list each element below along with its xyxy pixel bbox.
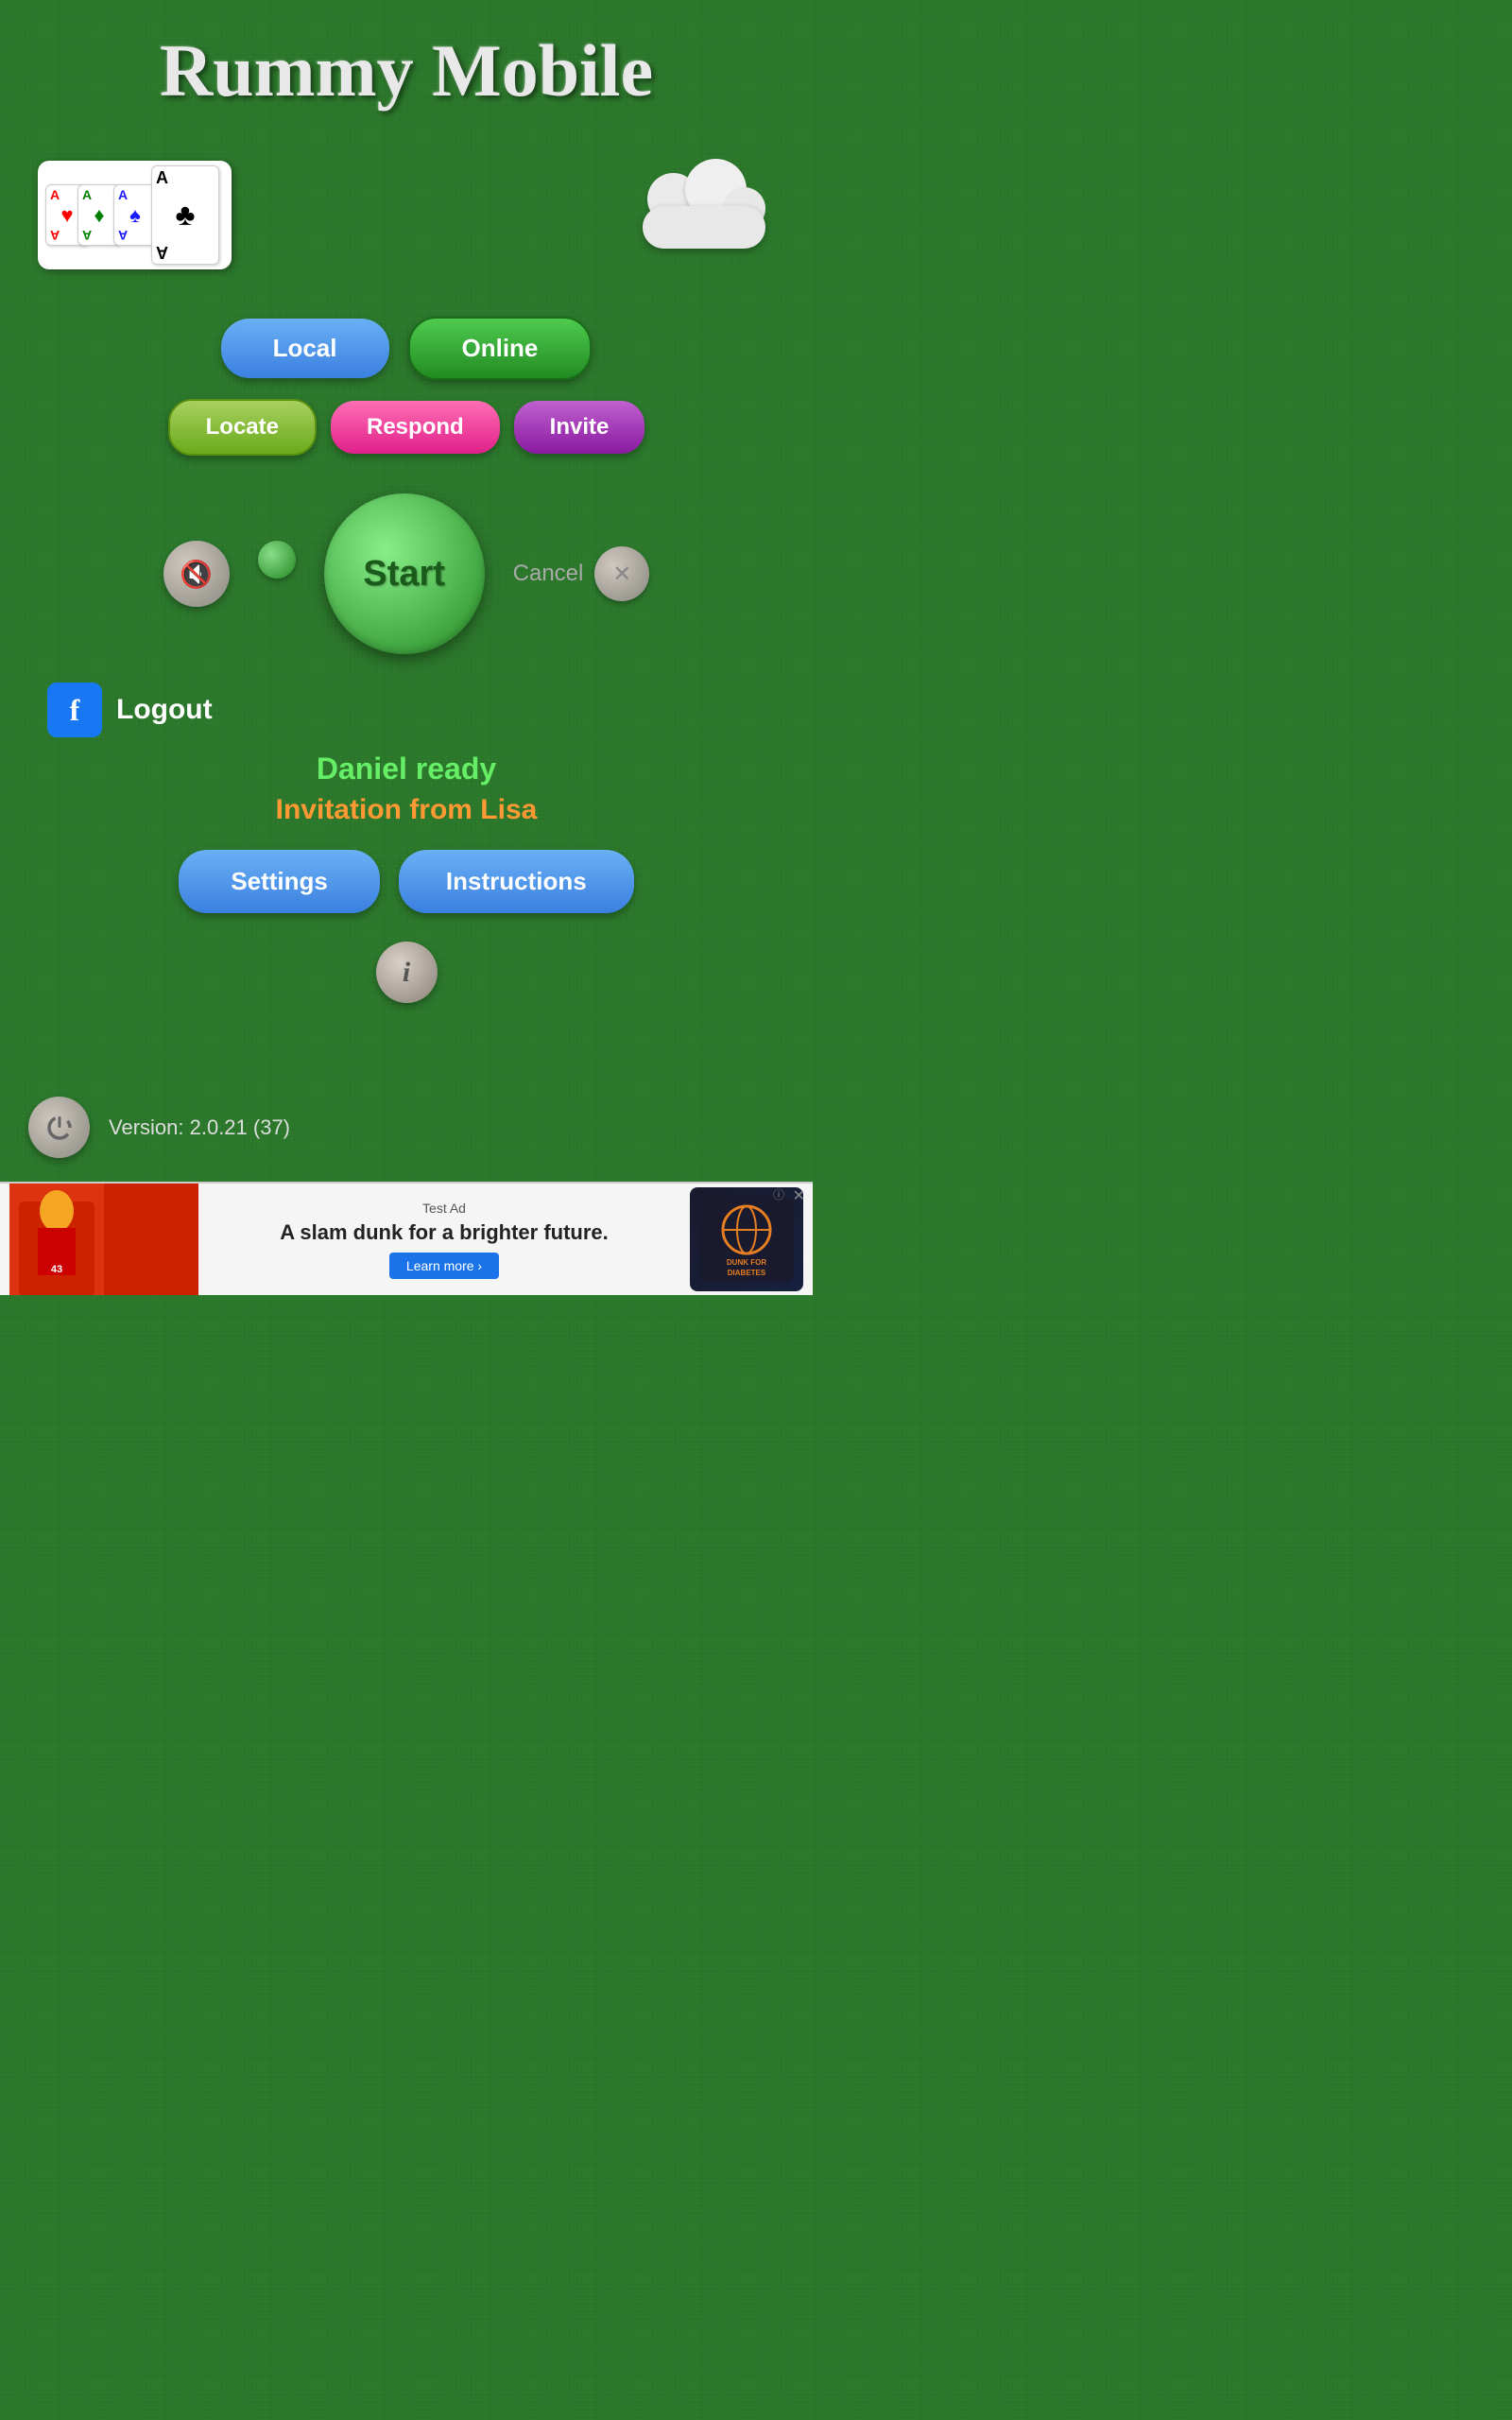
card-label-bot: A — [50, 229, 60, 242]
cancel-x-icon: ✕ — [612, 561, 631, 588]
ad-logo-svg: DUNK FOR DIABETES — [699, 1197, 794, 1282]
respond-button[interactable]: Respond — [331, 401, 500, 454]
mute-button[interactable]: 🔇 — [163, 541, 230, 607]
main-content: Rummy Mobile A ♥ A A ♦ A A ♠ A — [0, 0, 813, 1295]
version-text: Version: 2.0.21 (37) — [109, 1115, 290, 1140]
mode-buttons: Local Online — [221, 317, 593, 380]
power-button[interactable] — [28, 1097, 90, 1158]
card-label-bot: A — [82, 229, 92, 242]
cancel-label: Cancel — [513, 561, 584, 587]
invitation-text: Invitation from Lisa — [276, 794, 538, 826]
card-label: A — [118, 188, 128, 201]
card-suit: ♣ — [156, 198, 215, 233]
info-button[interactable]: i — [376, 942, 438, 1003]
facebook-icon: f — [47, 683, 102, 737]
ad-content: Test Ad A slam dunk for a brighter futur… — [198, 1201, 690, 1279]
fb-logout-row: f Logout — [47, 683, 213, 737]
ad-learn-more-button[interactable]: Learn more › — [389, 1253, 499, 1279]
app-title: Rummy Mobile — [0, 28, 813, 113]
instructions-button[interactable]: Instructions — [399, 850, 634, 913]
cancel-area: Cancel ✕ — [513, 546, 650, 601]
ad-main-text: A slam dunk for a brighter future. — [280, 1220, 609, 1245]
card-4: A ♣ A — [151, 165, 219, 265]
cards-cloud-row: A ♥ A A ♦ A A ♠ A A ♣ A — [0, 161, 813, 269]
cloud-decoration — [633, 182, 775, 249]
card-suit: ♦ — [82, 203, 116, 228]
card-suit: ♠ — [118, 203, 152, 228]
logout-label[interactable]: Logout — [116, 694, 213, 726]
cards-display: A ♥ A A ♦ A A ♠ A A ♣ A — [38, 161, 232, 269]
ad-info-button[interactable]: ⓘ — [773, 1186, 784, 1202]
ad-close-button[interactable]: ✕ — [793, 1186, 805, 1205]
ad-banner: 43 Test Ad A slam dunk for a brighter fu… — [0, 1182, 813, 1295]
local-button[interactable]: Local — [221, 319, 389, 378]
ad-banner-wrapper: 43 Test Ad A slam dunk for a brighter fu… — [0, 1182, 813, 1295]
card-label-bot: A — [118, 229, 128, 242]
player-ready-status: Daniel ready — [317, 752, 496, 786]
ad-image: 43 — [9, 1183, 198, 1295]
ad-test-label: Test Ad — [422, 1201, 466, 1216]
start-area: 🔇 Start Cancel ✕ — [0, 493, 813, 654]
info-icon: i — [403, 957, 410, 989]
svg-text:43: 43 — [51, 1264, 62, 1275]
power-version-row: Version: 2.0.21 (37) — [0, 1073, 813, 1182]
settings-button[interactable]: Settings — [179, 850, 380, 913]
power-icon — [45, 1114, 74, 1142]
sub-buttons: Locate Respond Invite — [168, 399, 645, 456]
card-label: A — [50, 188, 60, 201]
cancel-button[interactable]: ✕ — [594, 546, 649, 601]
card-label: A — [82, 188, 92, 201]
invite-button[interactable]: Invite — [514, 401, 645, 454]
svg-text:DIABETES: DIABETES — [728, 1269, 766, 1277]
player-dot — [258, 541, 296, 579]
card-label: A — [156, 169, 168, 186]
svg-text:DUNK FOR: DUNK FOR — [727, 1258, 766, 1267]
ad-logo: DUNK FOR DIABETES — [690, 1187, 803, 1291]
card-label-bot: A — [156, 244, 168, 261]
online-button[interactable]: Online — [408, 317, 593, 380]
cloud-body — [643, 206, 765, 249]
ad-image-svg: 43 — [9, 1183, 198, 1295]
settings-instructions: Settings Instructions — [179, 850, 633, 913]
bottom-area: Version: 2.0.21 (37) 43 — [0, 1073, 813, 1295]
start-button[interactable]: Start — [324, 493, 485, 654]
locate-button[interactable]: Locate — [168, 399, 317, 456]
mute-icon: 🔇 — [180, 559, 213, 590]
